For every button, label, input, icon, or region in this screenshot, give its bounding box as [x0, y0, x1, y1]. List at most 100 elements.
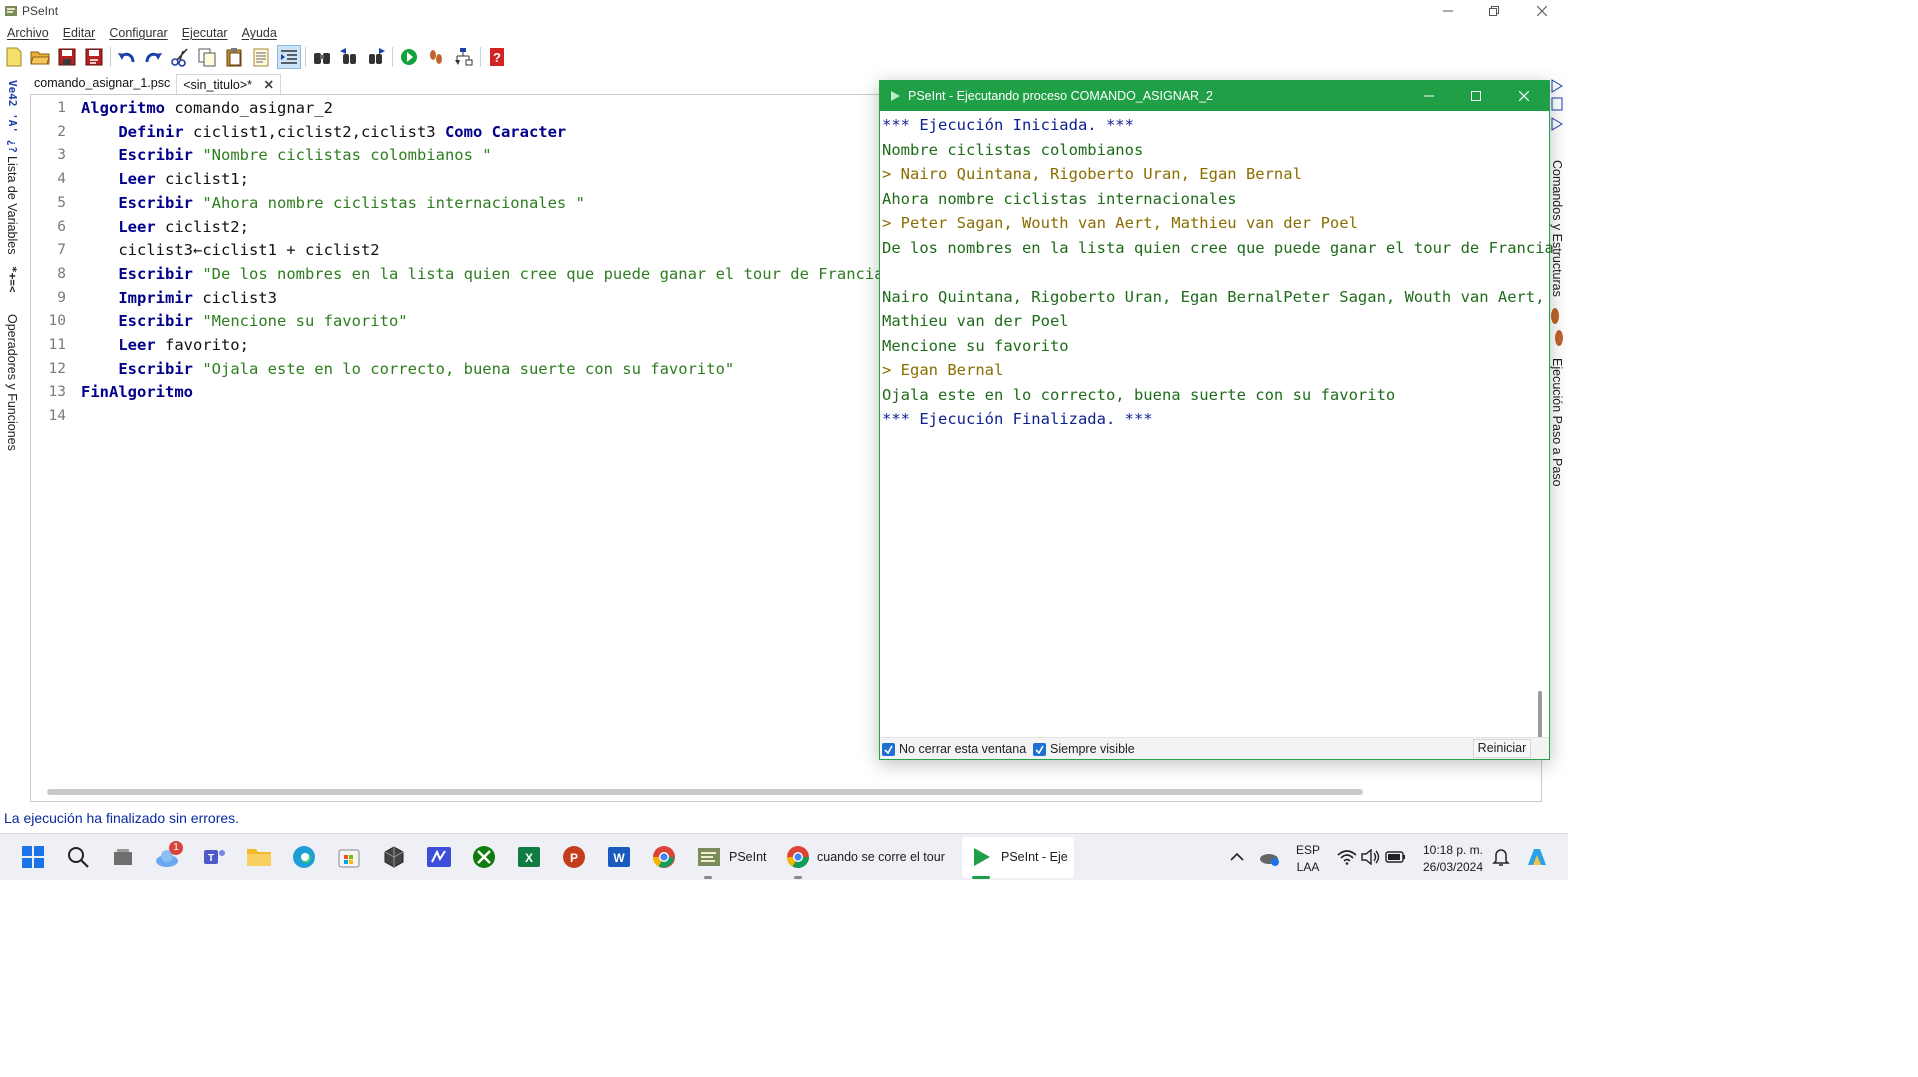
commands-structures-tab[interactable]: Comandos y Estructuras: [1550, 160, 1564, 297]
code-line[interactable]: 7 ciclist3←ciclist1 + ciclist2: [31, 238, 911, 262]
find-next-button[interactable]: [364, 45, 388, 69]
clock-time: 10:18 p. m.: [1422, 843, 1484, 857]
toolbar-separator: [392, 47, 393, 67]
code-keyword: FinAlgoritmo: [81, 383, 193, 402]
code-line[interactable]: 14: [31, 404, 911, 428]
always-visible-checkbox[interactable]: Siempre visible: [1033, 742, 1135, 756]
powerpoint-button[interactable]: P: [559, 842, 589, 872]
run-button[interactable]: [397, 45, 421, 69]
tray-overflow-button[interactable]: [1222, 842, 1252, 872]
clock[interactable]: 10:18 p. m. 26/03/2024: [1413, 843, 1493, 874]
menu-ejecutar[interactable]: Ejecutar: [175, 23, 235, 43]
store-button[interactable]: [334, 842, 364, 872]
unity-button[interactable]: [379, 842, 409, 872]
find-previous-button[interactable]: [337, 45, 361, 69]
chrome-button[interactable]: [649, 842, 679, 872]
windows-start-icon: [22, 846, 44, 868]
save-button[interactable]: [55, 45, 79, 69]
code-keyword: Escribir: [118, 193, 193, 212]
operators-functions-tab[interactable]: Operadores y Funciones: [5, 314, 19, 451]
indent-button[interactable]: [277, 45, 301, 69]
code-line[interactable]: 6 Leer ciclist2;: [31, 215, 911, 239]
battery-tray-button[interactable]: [1381, 842, 1411, 872]
select-all-button[interactable]: [249, 45, 273, 69]
tab-close-icon[interactable]: ✕: [264, 78, 274, 92]
save-as-button[interactable]: [82, 45, 106, 69]
pseint-task-button[interactable]: [694, 842, 724, 872]
code-line[interactable]: 11 Leer favorito;: [31, 333, 911, 357]
help-button[interactable]: ?: [485, 45, 509, 69]
execution-window-titlebar[interactable]: PSeInt - Ejecutando proceso COMANDO_ASIG…: [880, 81, 1549, 111]
start-button[interactable]: [18, 842, 48, 872]
code-line[interactable]: 2 Definir ciclist1,ciclist2,ciclist3 Com…: [31, 120, 911, 144]
xbox-button[interactable]: [469, 842, 499, 872]
paste-button[interactable]: [222, 45, 246, 69]
cut-button[interactable]: [168, 45, 192, 69]
cube-app-icon: [384, 846, 404, 868]
undo-button[interactable]: [115, 45, 139, 69]
tab-comando-asignar-1[interactable]: comando_asignar_1.psc: [28, 74, 176, 94]
edge-button[interactable]: [289, 842, 319, 872]
code-line[interactable]: 8 Escribir "De los nombres en la lista q…: [31, 262, 911, 286]
tab-label: comando_asignar_1.psc: [34, 76, 171, 90]
console-line: Mencione su favorito: [882, 336, 1069, 355]
notifications-button[interactable]: [1486, 842, 1516, 872]
find-button[interactable]: [310, 45, 334, 69]
search-button[interactable]: [63, 842, 93, 872]
flowchart-button[interactable]: [451, 45, 475, 69]
console-output[interactable]: *** Ejecución Iniciada. *** Nombre ciclis…: [880, 111, 1554, 741]
run-minimize-button[interactable]: [1406, 81, 1452, 111]
teams-button[interactable]: T: [199, 842, 229, 872]
line-number: 5: [57, 194, 66, 211]
onedrive-tray-button[interactable]: [1255, 842, 1285, 872]
code-string: "Ahora nombre ciclistas internacionales …: [202, 193, 585, 212]
horizontal-scrollbar[interactable]: [47, 789, 1363, 795]
tab-sin-titulo[interactable]: <sin_titulo>* ✕: [176, 74, 281, 94]
no-close-checkbox[interactable]: No cerrar esta ventana: [882, 742, 1026, 756]
code-line[interactable]: 3 Escribir "Nombre ciclistas colombianos…: [31, 143, 911, 167]
code-line[interactable]: 12 Escribir "Ojala este en lo correcto, …: [31, 357, 911, 381]
restart-button[interactable]: Reiniciar: [1473, 739, 1531, 758]
console-scrollbar[interactable]: [1538, 691, 1542, 741]
code-line[interactable]: 13 FinAlgoritmo: [31, 380, 911, 404]
open-button[interactable]: [28, 45, 52, 69]
copilot-button[interactable]: [1522, 842, 1552, 872]
pseint-run-task-button[interactable]: [966, 842, 996, 872]
menu-bar: Archivo Editar Configurar Ejecutar Ayuda: [0, 23, 1568, 43]
menu-editar[interactable]: Editar: [56, 23, 103, 43]
run-maximize-button[interactable]: [1453, 81, 1499, 111]
chrome-task-button[interactable]: [783, 842, 813, 872]
copy-button[interactable]: [195, 45, 219, 69]
menu-archivo[interactable]: Archivo: [0, 23, 56, 43]
minimize-button[interactable]: [1425, 0, 1471, 22]
task-view-button[interactable]: [108, 842, 138, 872]
menu-configurar[interactable]: Configurar: [102, 23, 174, 43]
new-file-button[interactable]: [2, 45, 26, 69]
maximize-icon: [1471, 91, 1481, 101]
code-line[interactable]: 4 Leer ciclist1;: [31, 167, 911, 191]
redo-button[interactable]: [141, 45, 165, 69]
taskbar: 1 T X P W PSeInt cuando se corre el tour: [0, 833, 1568, 880]
console-line: Nombre ciclistas colombianos: [882, 140, 1144, 159]
code-string: "Ojala este en lo correcto, buena suerte…: [202, 359, 735, 378]
excel-button[interactable]: X: [514, 842, 544, 872]
code-line[interactable]: 5 Escribir "Ahora nombre ciclistas inter…: [31, 191, 911, 215]
powerpoint-icon: P: [563, 846, 585, 868]
menu-ayuda[interactable]: Ayuda: [235, 23, 284, 43]
open-folder-icon: [30, 51, 50, 65]
step-by-step-button[interactable]: [424, 45, 448, 69]
file-explorer-button[interactable]: [244, 842, 274, 872]
math-app-button[interactable]: [424, 842, 454, 872]
word-button[interactable]: W: [604, 842, 634, 872]
variables-list-tab[interactable]: Lista de Variables: [5, 156, 19, 254]
close-button[interactable]: [1519, 0, 1565, 22]
step-execution-tab[interactable]: Ejecución Paso a Paso: [1550, 358, 1564, 487]
run-close-button[interactable]: [1501, 81, 1547, 111]
restore-button[interactable]: [1471, 0, 1517, 22]
code-line[interactable]: 1 Algoritmo comando_asignar_2: [31, 96, 911, 120]
editor-tabs: comando_asignar_1.psc <sin_titulo>* ✕: [28, 74, 281, 94]
language-indicator[interactable]: ESP LAA: [1290, 843, 1326, 874]
code-line[interactable]: 10 Escribir "Mencione su favorito": [31, 309, 911, 333]
code-line[interactable]: 9 Imprimir ciclist3: [31, 286, 911, 310]
